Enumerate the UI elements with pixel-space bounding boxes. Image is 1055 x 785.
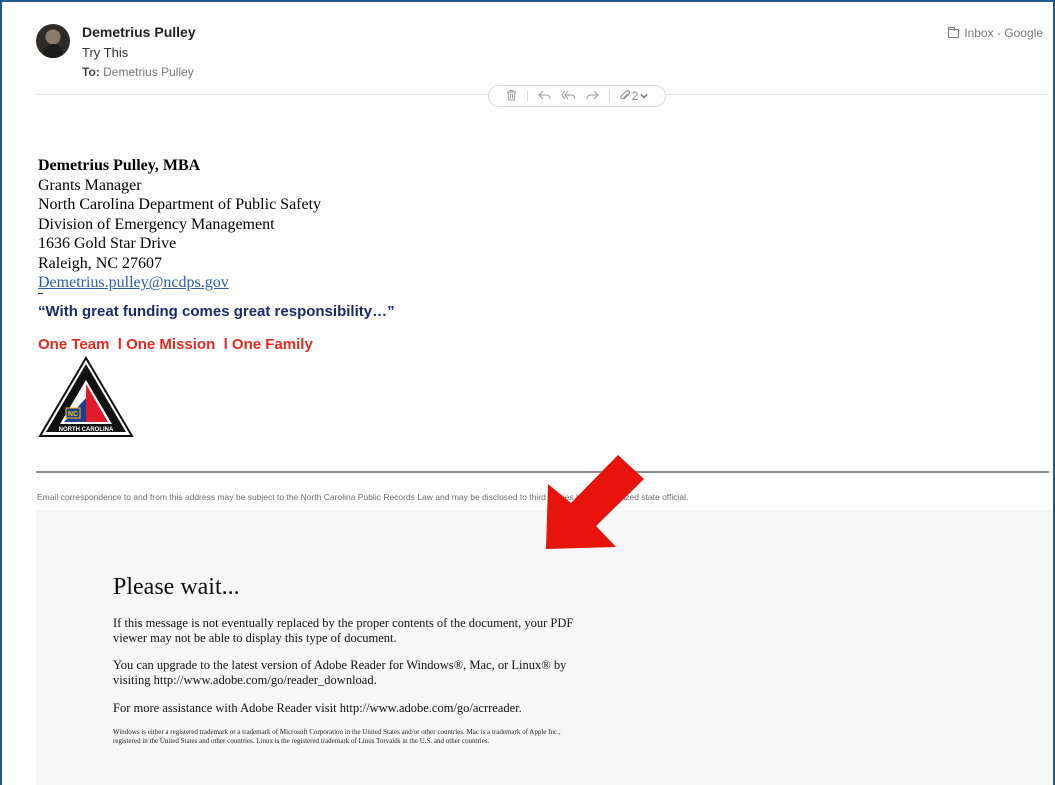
signature-motto: One Team l One Mission l One Family [38, 336, 313, 353]
mailbox-label[interactable]: Inbox - Google [948, 26, 1043, 40]
signature-city: Raleigh, NC 27607 [38, 254, 162, 272]
signature-name: Demetrius Pulley, MBA [38, 157, 201, 174]
email-signature: Demetrius Pulley, MBA Grants Manager Nor… [38, 156, 321, 293]
to-label: To: [82, 65, 100, 79]
svg-text:NC: NC [68, 411, 78, 418]
signature-title: Grants Manager [38, 176, 142, 194]
attachments-button[interactable]: 2 [620, 90, 649, 102]
signature-department: North Carolina Department of Public Safe… [38, 196, 322, 213]
reply-icon[interactable] [537, 90, 551, 103]
chevron-down-icon [640, 94, 648, 99]
message-toolbar: 2 [488, 85, 666, 107]
sender-name[interactable]: Demetrius Pulley [82, 24, 196, 40]
email-subject: Try This [82, 45, 129, 60]
pdf-trademark-notice: Windows is either a registered trademark… [113, 728, 561, 745]
pdf-heading: Please wait... [113, 574, 240, 600]
signature-quote: “With great funding comes great responsi… [38, 303, 395, 320]
attachment-count: 2 [631, 89, 639, 103]
signature-division: Division of Emergency Management [38, 215, 275, 233]
pdf-paragraph-2: You can upgrade to the latest version of… [113, 658, 567, 687]
signature-street: 1636 Gold Star Drive [38, 235, 177, 252]
toolbar-separator [608, 90, 610, 102]
forward-icon[interactable] [586, 90, 599, 103]
toolbar-separator [526, 90, 528, 102]
recipient-line: To: Demetrius Pulley [82, 65, 194, 79]
reply-all-icon[interactable] [560, 90, 576, 103]
recipient-name[interactable]: Demetrius Pulley [103, 65, 194, 79]
email-viewer: Demetrius Pulley Try This To: Demetrius … [0, 0, 1055, 785]
attachment-icon [620, 90, 630, 100]
pdf-paragraph-1: If this message is not eventually replac… [113, 616, 574, 645]
sender-avatar[interactable] [36, 24, 70, 58]
folder-icon [948, 26, 960, 38]
pdf-paragraph-3: For more assistance with Adobe Reader vi… [113, 701, 522, 715]
emergency-management-logo: NC NORTH CAROLINA [38, 356, 134, 437]
signature-email-link[interactable]: Demetrius.pulley@ncdps.gov [38, 274, 229, 291]
red-arrow-annotation [546, 455, 644, 549]
signature-dash [38, 293, 43, 294]
trash-icon[interactable] [506, 89, 517, 103]
svg-text:NORTH CAROLINA: NORTH CAROLINA [59, 427, 114, 433]
mailbox-name: Inbox - Google [964, 26, 1043, 40]
